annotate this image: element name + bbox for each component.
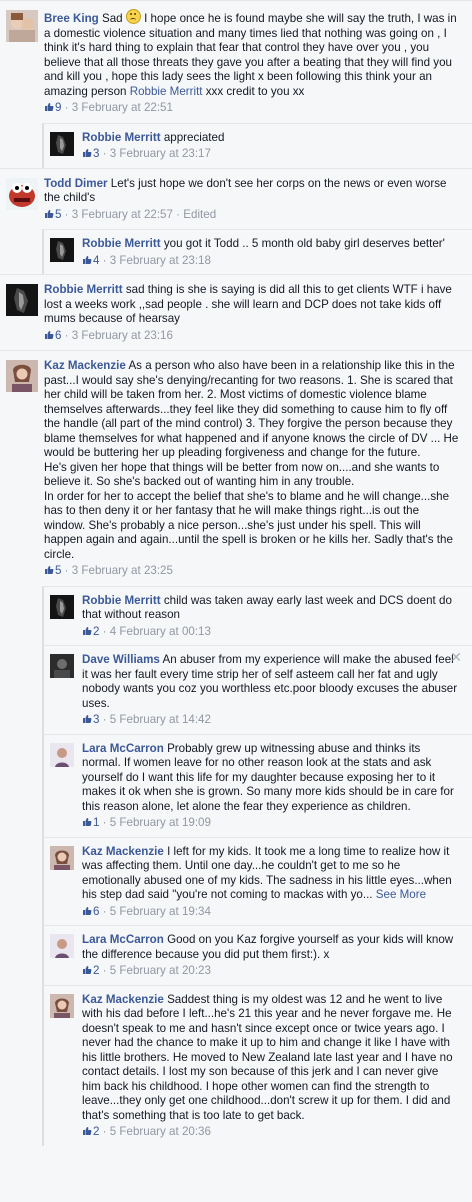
thumbs-up-icon[interactable] [44,209,54,219]
comment-text: As a person who also have been in a rela… [44,359,459,459]
comment-meta: 4 · 3 February at 23:18 [82,254,460,269]
separator: · [61,328,72,342]
comment-meta: 9 · 3 February at 22:51 [44,101,462,116]
separator: · [61,207,72,221]
comment-text-paragraph: In order for her to accept the belief th… [44,489,453,561]
separator: · [172,207,184,221]
comment-author[interactable]: Kaz Mackenzie [82,993,164,1006]
comment: Todd Dimer Let's just hope we don't see … [0,167,472,230]
comment-author[interactable]: Robbie Merritt [82,131,161,144]
reply: Robbie Merritt child was taken away earl… [42,585,472,645]
comment-meta: 6 · 3 February at 23:16 [44,329,462,344]
separator: · [61,564,72,577]
timestamp[interactable]: 3 February at 23:16 [72,329,173,342]
timestamp[interactable]: 4 February at 00:13 [110,625,211,638]
comment-thread: Bree King Sad I hope once he is found ma… [0,0,472,1146]
reply: Robbie Merritt you got it Todd .. 5 mont… [42,229,472,274]
comment-meta: 6 · 5 February at 19:34 [82,905,460,920]
comment-text-paragraph: He's given her hope that things will be … [44,460,440,489]
reply: Kaz Mackenzie I left for my kids. It too… [42,836,472,925]
comment: Bree King Sad I hope once he is found ma… [0,0,472,123]
comment-author[interactable]: Dave Williams [82,653,160,666]
timestamp[interactable]: 3 February at 23:18 [110,254,211,267]
thumbs-up-icon[interactable] [44,565,54,575]
comment-meta: 2 · 4 February at 00:13 [82,625,460,640]
avatar[interactable] [50,845,74,870]
timestamp[interactable]: 5 February at 19:34 [110,905,211,918]
comment-text-start: Sad [102,12,123,25]
avatar[interactable] [50,742,74,767]
timestamp[interactable]: 5 February at 20:23 [110,964,211,977]
separator: · [99,147,110,160]
separator: · [99,253,110,267]
timestamp[interactable]: 5 February at 14:42 [110,713,211,726]
comment-author[interactable]: Kaz Mackenzie [44,359,126,372]
avatar[interactable] [50,934,74,958]
separator: · [99,1125,110,1138]
reply: Robbie Merritt appreciated 3 · 3 Februar… [42,122,472,168]
comment-meta: 2 · 5 February at 20:36 [82,1125,460,1140]
comment-meta: 2 · 5 February at 20:23 [82,964,460,979]
comment-meta: 1 · 5 February at 19:09 [82,816,460,831]
separator: · [61,101,72,114]
separator: · [99,713,110,726]
thumbs-up-icon[interactable] [82,965,92,975]
comment-meta: 5 · 3 February at 22:57 · Edited [44,208,462,223]
avatar[interactable] [6,10,38,42]
comment-text: you got it Todd .. 5 month old baby girl… [163,237,445,250]
separator: · [99,964,110,977]
comment-author[interactable]: Robbie Merritt [44,283,123,296]
avatar[interactable] [50,594,74,619]
comment-author[interactable]: Bree King [44,12,99,25]
comment-meta: 3 · 3 February at 23:17 [82,147,460,162]
thumbs-up-icon[interactable] [82,1126,92,1136]
avatar[interactable] [6,360,38,392]
separator: · [99,816,110,829]
edited-label[interactable]: Edited [183,208,216,221]
timestamp[interactable]: 3 February at 22:57 [72,208,173,221]
comment-author[interactable]: Todd Dimer [44,177,108,190]
comment-author[interactable]: Robbie Merritt [82,594,161,607]
timestamp[interactable]: 5 February at 19:09 [110,816,211,829]
thumbs-up-icon[interactable] [82,817,92,827]
thumbs-up-icon[interactable] [82,148,92,158]
comment-text: Saddest thing is my oldest was 12 and he… [82,992,453,1122]
separator: · [99,904,110,918]
separator: · [99,624,110,638]
thumbs-up-icon[interactable] [82,906,92,916]
reply: Kaz Mackenzie Saddest thing is my oldest… [42,984,472,1146]
avatar[interactable] [6,177,38,210]
comment-meta: 3 · 5 February at 14:42 [82,713,460,728]
avatar[interactable] [50,993,74,1018]
thumbs-up-icon[interactable] [82,255,92,265]
comment-text-end: xxx credit to you xx [202,84,305,98]
comment: Robbie Merritt sad thing is she is sayin… [0,274,472,350]
close-icon[interactable]: ✕ [450,650,462,665]
comment-author[interactable]: Robbie Merritt [82,237,161,250]
reply: Lara McCarron Probably grew up witnessin… [42,733,472,837]
frown-emoji-icon [125,9,141,24]
timestamp[interactable]: 3 February at 22:51 [72,101,173,114]
thumbs-up-icon[interactable] [44,102,54,112]
comment-author[interactable]: Lara McCarron [82,742,164,755]
timestamp[interactable]: 3 February at 23:17 [110,147,211,160]
comment-text: appreciated [163,130,225,144]
avatar[interactable] [50,238,74,262]
thumbs-up-icon[interactable] [44,330,54,340]
thumbs-up-icon[interactable] [82,714,92,724]
comment-author[interactable]: Kaz Mackenzie [82,845,164,858]
reply: Lara McCarron Good on you Kaz forgive yo… [42,925,472,985]
avatar[interactable] [6,284,38,316]
comment: Kaz Mackenzie As a person who also have … [0,350,472,586]
comment-meta: 5 · 3 February at 23:25 [44,564,462,579]
see-more-link[interactable]: See More [376,888,426,901]
thumbs-up-icon[interactable] [82,626,92,636]
mention-link[interactable]: Robbie Merritt [130,85,203,98]
timestamp[interactable]: 5 February at 20:36 [110,1125,211,1138]
timestamp[interactable]: 3 February at 23:25 [72,564,173,577]
avatar[interactable] [50,131,74,156]
reply: ✕ Dave Williams An abuser from my experi… [42,645,472,734]
comment-author[interactable]: Lara McCarron [82,933,164,946]
avatar[interactable] [50,654,74,678]
